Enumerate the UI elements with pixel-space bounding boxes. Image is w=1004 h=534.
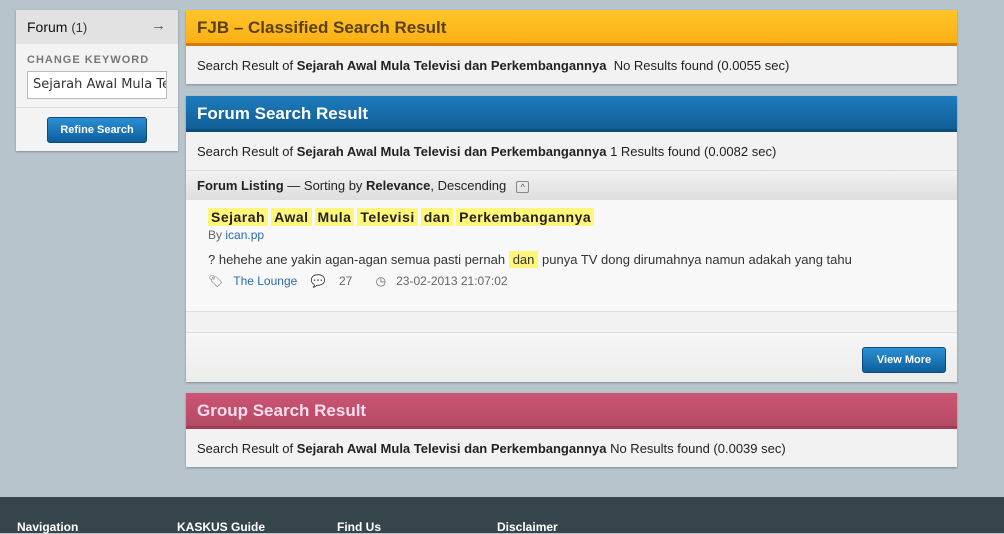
excerpt-text: punya TV dong dirumahnya namun adakah ya… — [542, 252, 852, 267]
title-word: Awal — [271, 208, 312, 226]
group-title: Group Search Result — [186, 393, 957, 429]
result-excerpt: ? hehehe ane yakin agan-agan semua pasti… — [208, 251, 935, 268]
view-more-button[interactable]: View More — [862, 347, 946, 373]
summary-status: No Results found (0.0039 sec) — [610, 441, 786, 456]
summary-prefix: Search Result of — [197, 441, 294, 456]
title-word: Mula — [314, 208, 355, 226]
summary-prefix: Search Result of — [197, 58, 294, 73]
summary-keyword: Sejarah Awal Mula Televisi dan Perkemban… — [296, 58, 607, 73]
listing-sort: Relevance — [366, 178, 431, 193]
group-summary: Search Result of Sejarah Awal Mula Telev… — [186, 429, 957, 467]
forum-panel: Forum Search Result Search Result of Sej… — [186, 96, 957, 382]
summary-prefix: Search Result of — [197, 144, 294, 159]
summary-keyword: Sejarah Awal Mula Televisi dan Perkemban… — [296, 144, 607, 159]
forum-label: Forum — [27, 19, 68, 35]
view-more-bar: View More — [186, 332, 957, 382]
forum-count: (1) — [71, 20, 88, 35]
refine-search-button[interactable]: Refine Search — [47, 117, 147, 143]
clock-icon: ◷ — [375, 274, 387, 288]
arrow-right-icon[interactable]: → — [151, 17, 166, 34]
result-byline: By ican.pp — [208, 228, 935, 242]
collapse-toggle-icon[interactable]: ^ — [516, 180, 530, 193]
footer: Navigation KASKUS Guide Find Us Disclaim… — [0, 497, 1004, 534]
author-link[interactable]: ican.pp — [225, 228, 264, 242]
summary-status: 1 Results found (0.0082 sec) — [610, 144, 777, 159]
title-word: Sejarah — [208, 208, 269, 226]
listing-label: Forum Listing — [197, 178, 284, 193]
by-label: By — [208, 228, 223, 242]
forum-summary: Search Result of Sejarah Awal Mula Telev… — [186, 132, 957, 170]
result-title[interactable]: Sejarah Awal Mula Televisi dan Perkembanganny… — [208, 208, 935, 226]
fjb-title: FJB – Classified Search Result — [186, 10, 957, 46]
summary-keyword: Sejarah Awal Mula Televisi dan Perkemban… — [296, 441, 607, 456]
listing-sep: — Sorting by — [283, 178, 367, 193]
result-item: Sejarah Awal Mula Televisi dan Perkembanganny… — [186, 200, 957, 312]
sidebar-forum-box: Forum (1) → CHANGE KEYWORD Sejarah Awal … — [16, 10, 178, 151]
listing-order: , Descending — [430, 178, 507, 193]
comment-icon: 💬 — [310, 274, 326, 288]
post-date: 23-02-2013 21:07:02 — [396, 274, 508, 288]
footer-navigation: Navigation — [17, 520, 79, 534]
reply-count: 27 — [338, 274, 353, 288]
forum-listing-header: Forum Listing — Sorting by Relevance, De… — [186, 170, 957, 200]
excerpt-highlight: dan — [508, 251, 539, 268]
change-keyword-label: CHANGE KEYWORD — [27, 54, 150, 66]
forum-title: Forum Search Result — [186, 96, 957, 132]
footer-find-us: Find Us — [337, 520, 381, 534]
keyword-input[interactable]: Sejarah Awal Mula Televisi dan Perkemban… — [27, 71, 167, 99]
title-word: Televisi — [357, 208, 418, 226]
fjb-summary: Search Result of Sejarah Awal Mula Telev… — [186, 46, 957, 84]
result-meta: 🏷 The Lounge 💬 27 ◷ 23-02-2013 21:07:02 — [208, 274, 935, 288]
category-link[interactable]: The Lounge — [233, 274, 297, 288]
footer-disclaimer: Disclaimer — [497, 520, 558, 534]
footer-kaskus-guide: KASKUS Guide — [177, 520, 266, 534]
sidebar-forum-header[interactable]: Forum (1) → — [16, 10, 178, 44]
tag-icon: 🏷 — [208, 274, 224, 288]
title-word: Perkembangannya — [456, 208, 595, 226]
title-word: dan — [420, 208, 454, 226]
group-panel: Group Search Result Search Result of Sej… — [186, 393, 957, 467]
fjb-panel: FJB – Classified Search Result Search Re… — [186, 10, 957, 84]
summary-status: No Results found (0.0055 sec) — [613, 58, 790, 73]
excerpt-text: ? hehehe ane yakin agan-agan semua pasti… — [208, 252, 506, 267]
